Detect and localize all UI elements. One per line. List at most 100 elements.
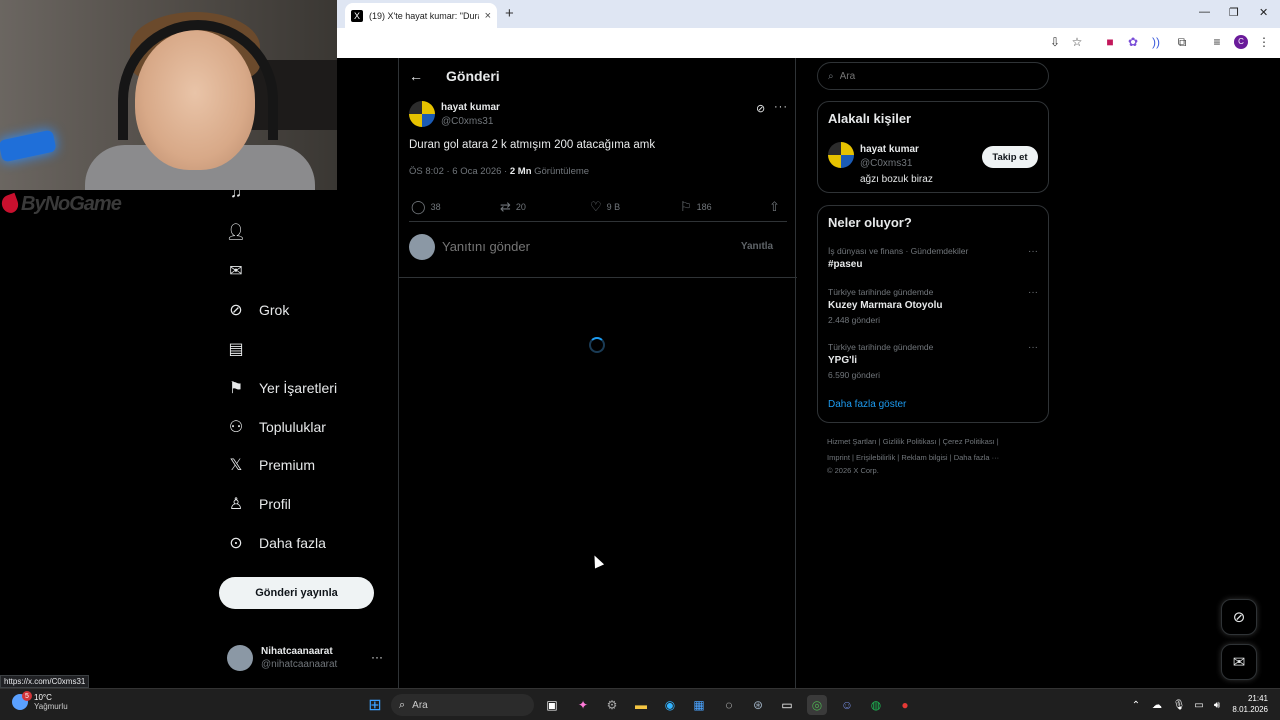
avatar[interactable] xyxy=(828,142,854,168)
like-action[interactable]: ♡ 9 B xyxy=(590,199,620,215)
messages-icon: ✉ xyxy=(1232,654,1246,671)
bookmark-action[interactable]: ⚐ 186 xyxy=(680,199,712,215)
author-handle[interactable]: @C0xms31 xyxy=(441,116,493,127)
nav-label: Premium xyxy=(259,457,316,473)
nav-messages[interactable]: ✉ xyxy=(227,258,245,284)
microphone-icon[interactable]: 🎙︎ xyxy=(1169,695,1189,715)
tray-expand-icon[interactable]: ⌃ xyxy=(1126,695,1146,715)
webcam-overlay xyxy=(0,0,337,190)
copilot-icon[interactable]: ✦ xyxy=(573,695,593,715)
close-tab-icon[interactable]: × xyxy=(485,10,491,22)
trend-item[interactable]: Türkiye tarihinde gündemde Kuzey Marmara… xyxy=(828,287,1040,325)
extension-audio-icon[interactable]: )) xyxy=(1149,35,1163,49)
post-header: ← Gönderi xyxy=(399,58,797,94)
taskbar-search[interactable]: ⌕ Ara xyxy=(391,694,534,716)
spotify-icon[interactable]: ◍ xyxy=(866,695,886,715)
extension-red-icon[interactable]: ■ xyxy=(1103,35,1117,49)
nav-label: Daha fazla xyxy=(259,535,326,551)
post-more-icon[interactable]: ··· xyxy=(774,101,788,113)
app-icon[interactable]: ● xyxy=(895,695,915,715)
back-arrow-icon[interactable]: ← xyxy=(409,68,423,84)
post-button[interactable]: Gönderi yayınla xyxy=(219,577,374,609)
show-more-link[interactable]: Daha fazla göster xyxy=(828,399,906,410)
reply-action[interactable]: ◯ 38 xyxy=(411,199,441,215)
window-close-icon[interactable]: ✕ xyxy=(1259,6,1268,19)
trend-item[interactable]: İş dünyası ve finans · Gündemdekiler #pa… xyxy=(828,246,1040,270)
terminal-icon[interactable]: ▭ xyxy=(777,695,797,715)
clock[interactable]: 21:41 8.01.2026 xyxy=(1226,694,1268,714)
trend-more-icon[interactable]: ··· xyxy=(1028,246,1038,257)
repost-action[interactable]: ⇄ 20 xyxy=(500,199,526,215)
account-switcher[interactable]: Nihatcaanaarat @nihatcaanaarat ··· xyxy=(227,642,387,674)
nav-follow[interactable]: 👤︎ xyxy=(226,219,246,245)
settings-icon[interactable]: ⚙ xyxy=(602,695,622,715)
steam-icon[interactable]: ⊛ xyxy=(748,695,768,715)
grok-float-button[interactable]: ⊘ xyxy=(1221,599,1257,635)
bookmark-count: 186 xyxy=(696,202,712,212)
lists-icon: ▤ xyxy=(228,341,244,358)
restore-icon[interactable]: ❐ xyxy=(1229,6,1239,19)
windows-start-icon[interactable]: ⊞ xyxy=(365,695,385,715)
divider xyxy=(399,277,797,278)
volume-icon[interactable]: 🔊︎ xyxy=(1207,695,1227,715)
author-avatar[interactable] xyxy=(409,101,435,127)
extension-purple-icon[interactable]: ✿ xyxy=(1126,35,1140,49)
extensions-puzzle-icon[interactable]: ⧉ xyxy=(1175,35,1189,49)
search-icon: ⌕ xyxy=(828,70,834,82)
bookmark-star-icon[interactable]: ☆ xyxy=(1070,35,1084,49)
search-input[interactable] xyxy=(839,70,1030,82)
discord-icon[interactable]: ☺ xyxy=(837,695,857,715)
post-text: Duran gol atara 2 k atmışım 200 atacağım… xyxy=(409,139,656,151)
nav-premium[interactable]: 𝕏 Premium xyxy=(227,452,315,478)
nav-label: Yer İşaretleri xyxy=(259,380,338,396)
footer-links[interactable]: Hizmet Şartları | Gizlilik Politikası | … xyxy=(827,437,999,446)
share-action[interactable]: ⇧ xyxy=(769,199,780,215)
obs-icon[interactable]: ◌ xyxy=(719,695,739,715)
trend-more-icon[interactable]: ··· xyxy=(1028,287,1038,298)
account-handle: @nihatcaanaarat xyxy=(261,659,338,670)
follow-button[interactable]: Takip et xyxy=(982,146,1038,168)
footer-links[interactable]: Imprint | Erişilebilirlik | Reklam bilgi… xyxy=(827,453,999,462)
related-name[interactable]: hayat kumar xyxy=(860,144,919,155)
nav-more[interactable]: ⊙ Daha fazla xyxy=(227,530,326,556)
new-tab-icon[interactable]: + xyxy=(505,5,514,22)
search-box[interactable]: ⌕ xyxy=(817,62,1049,90)
nav-grok[interactable]: ⊘ Grok xyxy=(227,297,289,323)
install-app-icon[interactable]: ⇩ xyxy=(1048,35,1062,49)
file-explorer-icon[interactable]: ▬ xyxy=(631,695,651,715)
nav-profile[interactable]: ♙ Profil xyxy=(227,491,291,517)
minimize-icon[interactable]: — xyxy=(1199,6,1210,18)
nav-bookmarks[interactable]: ⚑ Yer İşaretleri xyxy=(227,375,337,401)
nav-lists[interactable]: ▤ xyxy=(227,336,245,362)
related-people-card: Alakalı kişiler hayat kumar @C0xms31 ağz… xyxy=(817,101,1049,193)
weather-widget[interactable]: 10°C Yağmurlu xyxy=(12,693,68,711)
more-circle-icon: ⊙ xyxy=(229,535,243,552)
task-view-icon[interactable]: ▣ xyxy=(542,695,562,715)
author-name[interactable]: hayat kumar xyxy=(441,102,500,113)
trend-title: YPG'li xyxy=(828,355,858,366)
media-control-icon[interactable]: ≡ xyxy=(1210,35,1224,49)
nav-communities[interactable]: ⚇ Topluluklar xyxy=(227,414,326,440)
browser-tab[interactable]: X (19) X'te hayat kumar: "Duran g × xyxy=(345,3,497,28)
store-icon[interactable]: ▦ xyxy=(689,695,709,715)
bookmark-icon: ⚑ xyxy=(228,380,244,397)
search-icon: ⌕ xyxy=(399,698,406,711)
trend-more-icon[interactable]: ··· xyxy=(1028,342,1038,353)
browser-menu-icon[interactable]: ⋮ xyxy=(1257,35,1271,49)
grok-icon: ⊘ xyxy=(229,302,243,319)
trend-title: Kuzey Marmara Otoyolu xyxy=(828,300,943,311)
divider xyxy=(409,221,787,222)
trend-item[interactable]: Türkiye tarihinde gündemde YPG'li 6.590 … xyxy=(828,342,1040,380)
reply-input[interactable] xyxy=(442,239,702,254)
more-icon[interactable]: ··· xyxy=(371,650,383,664)
network-icon[interactable]: ▭ xyxy=(1189,695,1209,715)
messages-float-button[interactable]: ✉ xyxy=(1221,644,1257,680)
reply-button[interactable]: Yanıtla xyxy=(724,235,790,257)
tray-app-icon[interactable]: ☁ xyxy=(1147,695,1167,715)
edge-icon[interactable]: ◉ xyxy=(660,695,680,715)
grok-explain-icon[interactable]: ⊘ xyxy=(756,102,765,115)
trends-card: Neler oluyor? İş dünyası ve finans · Gün… xyxy=(817,205,1049,423)
related-handle[interactable]: @C0xms31 xyxy=(860,158,912,169)
profile-avatar-icon[interactable]: C xyxy=(1234,35,1248,49)
chrome-icon[interactable]: ◎ xyxy=(807,695,827,715)
